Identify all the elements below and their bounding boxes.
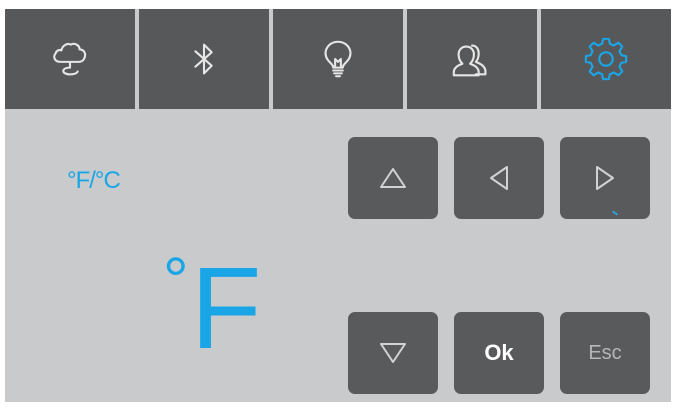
ok-button[interactable]: Ok: [454, 312, 544, 394]
tab-cloud[interactable]: [5, 9, 135, 109]
triangle-left-icon: [490, 166, 508, 190]
left-button[interactable]: [454, 137, 544, 219]
lightbulb-icon: [324, 40, 352, 78]
tab-users[interactable]: [407, 9, 537, 109]
esc-button-label: Esc: [588, 341, 622, 364]
degree-symbol: °: [163, 244, 189, 316]
tab-lighting[interactable]: [273, 9, 403, 109]
triangle-right-icon: [596, 166, 614, 190]
unit-toggle-label: °F/°C: [67, 167, 121, 194]
bluetooth-icon: [194, 43, 213, 75]
triangle-down-icon: [380, 343, 406, 363]
tab-bluetooth[interactable]: [139, 9, 269, 109]
users-icon: [452, 44, 487, 77]
unit-letter: F: [190, 243, 262, 373]
current-unit-display: °F: [163, 243, 262, 373]
device-screen: °F/°C °F Ok Esc: [5, 9, 671, 402]
esc-button[interactable]: Esc: [560, 312, 650, 394]
gear-icon: [584, 37, 628, 81]
tab-bar: [5, 9, 671, 109]
ok-button-label: Ok: [484, 340, 514, 365]
up-button[interactable]: [348, 137, 438, 219]
down-button[interactable]: [348, 312, 438, 394]
right-button[interactable]: [560, 137, 650, 219]
triangle-up-icon: [380, 168, 406, 188]
tab-settings[interactable]: [541, 9, 671, 109]
cloud-icon: [53, 42, 87, 76]
